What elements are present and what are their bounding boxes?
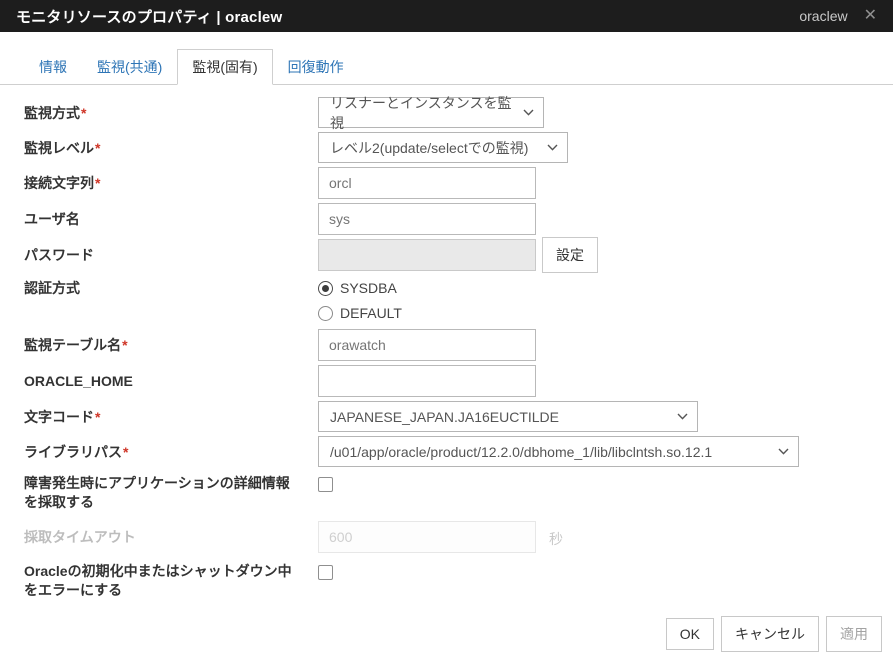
character-code-label-text: 文字コード: [24, 409, 94, 425]
radio-default-label: DEFAULT: [340, 305, 402, 321]
monitor-level-select[interactable]: レベル2(update/selectでの監視): [318, 132, 568, 163]
required-mark: *: [122, 337, 127, 353]
close-icon[interactable]: ✕: [864, 8, 877, 24]
connect-string-label-text: 接続文字列: [24, 175, 94, 191]
connect-string-label: 接続文字列*: [24, 167, 318, 193]
monitor-special-form: 監視方式* リスナーとインスタンスを監視 監視レベル* レベル2(update/…: [0, 85, 893, 616]
monitor-table-row: 監視テーブル名*: [0, 329, 893, 361]
chevron-down-icon: [547, 144, 558, 151]
radio-icon[interactable]: [318, 306, 333, 321]
tab-recovery-action[interactable]: 回復動作: [273, 49, 359, 85]
cancel-button[interactable]: キャンセル: [721, 616, 819, 652]
dialog-title: モニタリソースのプロパティ | oraclew: [16, 6, 282, 27]
chevron-down-icon: [778, 448, 789, 455]
tab-monitor-special[interactable]: 監視(固有): [177, 49, 272, 85]
dialog-footer: OK キャンセル 適用: [0, 616, 893, 659]
error-on-init-checkbox[interactable]: [318, 565, 333, 580]
tab-monitor-common[interactable]: 監視(共通): [82, 49, 177, 85]
resource-name-label: oraclew: [799, 8, 847, 24]
monitor-table-label: 監視テーブル名*: [24, 329, 318, 355]
monitor-resource-properties-dialog: モニタリソースのプロパティ | oraclew oraclew ✕ 情報 監視(…: [0, 0, 893, 659]
library-path-select[interactable]: /u01/app/oracle/product/12.2.0/dbhome_1/…: [318, 436, 799, 467]
library-path-label: ライブラリパス*: [24, 436, 318, 462]
required-mark: *: [81, 105, 86, 121]
apply-button[interactable]: 適用: [826, 616, 882, 652]
oracle-home-label: ORACLE_HOME: [24, 365, 318, 391]
radio-sysdba[interactable]: SYSDBA: [318, 280, 402, 296]
collect-detail-row: 障害発生時にアプリケーションの詳細情報を採取する: [0, 471, 893, 512]
tab-bar: 情報 監視(共通) 監視(固有) 回復動作: [0, 49, 893, 85]
oracle-home-row: ORACLE_HOME: [0, 365, 893, 397]
error-on-init-row: Oracleの初期化中またはシャットダウン中をエラーにする: [0, 559, 893, 600]
collect-timeout-row: 採取タイムアウト 秒: [0, 521, 893, 553]
oracle-home-input[interactable]: [318, 365, 536, 397]
collect-timeout-unit: 秒: [549, 521, 563, 549]
library-path-value: /u01/app/oracle/product/12.2.0/dbhome_1/…: [330, 444, 712, 460]
ok-button[interactable]: OK: [666, 618, 714, 650]
library-path-label-text: ライブラリパス: [24, 444, 122, 460]
character-code-value: JAPANESE_JAPAN.JA16EUCTILDE: [330, 409, 559, 425]
required-mark: *: [95, 140, 100, 156]
monitor-level-label-text: 監視レベル: [24, 140, 94, 156]
required-mark: *: [95, 409, 100, 425]
connect-string-input[interactable]: [318, 167, 536, 199]
monitor-level-value: レベル2(update/selectでの監視): [330, 138, 528, 158]
required-mark: *: [95, 175, 100, 191]
collect-timeout-input: [318, 521, 536, 553]
error-on-init-label: Oracleの初期化中またはシャットダウン中をエラーにする: [24, 559, 318, 600]
auth-method-label: 認証方式: [24, 277, 318, 298]
connect-string-row: 接続文字列*: [0, 167, 893, 199]
library-path-row: ライブラリパス* /u01/app/oracle/product/12.2.0/…: [0, 436, 893, 467]
password-input: [318, 239, 536, 271]
collect-timeout-label: 採取タイムアウト: [24, 521, 318, 547]
password-set-button[interactable]: 設定: [542, 237, 598, 273]
user-name-row: ユーザ名: [0, 203, 893, 235]
chevron-down-icon: [523, 109, 534, 116]
auth-method-radiogroup: SYSDBA DEFAULT: [318, 277, 402, 321]
required-mark: *: [123, 444, 128, 460]
monitor-table-input[interactable]: [318, 329, 536, 361]
radio-sysdba-label: SYSDBA: [340, 280, 397, 296]
monitor-method-label-text: 監視方式: [24, 105, 80, 121]
auth-method-row: 認証方式 SYSDBA DEFAULT: [0, 277, 893, 325]
monitor-level-row: 監視レベル* レベル2(update/selectでの監視): [0, 132, 893, 163]
radio-default[interactable]: DEFAULT: [318, 305, 402, 321]
monitor-method-value: リスナーとインスタンスを監視: [330, 93, 513, 133]
password-row: パスワード 設定: [0, 239, 893, 273]
chevron-down-icon: [677, 413, 688, 420]
monitor-method-select[interactable]: リスナーとインスタンスを監視: [318, 97, 544, 128]
monitor-table-label-text: 監視テーブル名: [24, 337, 121, 353]
monitor-method-label: 監視方式*: [24, 97, 318, 123]
dialog-titlebar: モニタリソースのプロパティ | oraclew oraclew ✕: [0, 0, 893, 32]
tab-info[interactable]: 情報: [24, 49, 82, 85]
collect-detail-label: 障害発生時にアプリケーションの詳細情報を採取する: [24, 471, 318, 512]
user-name-input[interactable]: [318, 203, 536, 235]
character-code-row: 文字コード* JAPANESE_JAPAN.JA16EUCTILDE: [0, 401, 893, 432]
password-label: パスワード: [24, 239, 318, 265]
monitor-method-row: 監視方式* リスナーとインスタンスを監視: [0, 97, 893, 128]
monitor-level-label: 監視レベル*: [24, 132, 318, 158]
collect-detail-checkbox[interactable]: [318, 477, 333, 492]
character-code-label: 文字コード*: [24, 401, 318, 427]
character-code-select[interactable]: JAPANESE_JAPAN.JA16EUCTILDE: [318, 401, 698, 432]
user-name-label: ユーザ名: [24, 203, 318, 229]
radio-icon[interactable]: [318, 281, 333, 296]
